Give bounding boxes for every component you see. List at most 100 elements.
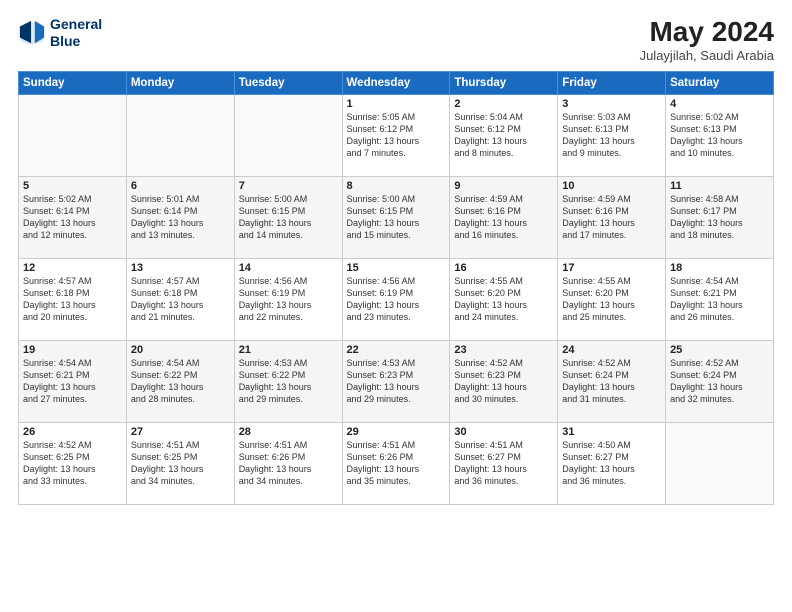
cell-info: Sunrise: 4:55 AM Sunset: 6:20 PM Dayligh… xyxy=(454,275,553,324)
weekday-header: Friday xyxy=(558,72,666,95)
day-number: 29 xyxy=(347,426,446,438)
calendar-cell: 19Sunrise: 4:54 AM Sunset: 6:21 PM Dayli… xyxy=(19,341,127,423)
day-number: 10 xyxy=(562,180,661,192)
day-number: 9 xyxy=(454,180,553,192)
calendar-cell: 26Sunrise: 4:52 AM Sunset: 6:25 PM Dayli… xyxy=(19,423,127,505)
calendar-week-row: 19Sunrise: 4:54 AM Sunset: 6:21 PM Dayli… xyxy=(19,341,774,423)
calendar-cell: 17Sunrise: 4:55 AM Sunset: 6:20 PM Dayli… xyxy=(558,259,666,341)
cell-info: Sunrise: 4:52 AM Sunset: 6:24 PM Dayligh… xyxy=(562,357,661,406)
day-number: 19 xyxy=(23,344,122,356)
cell-info: Sunrise: 4:51 AM Sunset: 6:26 PM Dayligh… xyxy=(347,439,446,488)
calendar-cell: 28Sunrise: 4:51 AM Sunset: 6:26 PM Dayli… xyxy=(234,423,342,505)
calendar-cell: 3Sunrise: 5:03 AM Sunset: 6:13 PM Daylig… xyxy=(558,95,666,177)
calendar-cell: 2Sunrise: 5:04 AM Sunset: 6:12 PM Daylig… xyxy=(450,95,558,177)
calendar-header-row: SundayMondayTuesdayWednesdayThursdayFrid… xyxy=(19,72,774,95)
calendar-cell: 25Sunrise: 4:52 AM Sunset: 6:24 PM Dayli… xyxy=(666,341,774,423)
cell-info: Sunrise: 4:54 AM Sunset: 6:21 PM Dayligh… xyxy=(670,275,769,324)
calendar-cell: 13Sunrise: 4:57 AM Sunset: 6:18 PM Dayli… xyxy=(126,259,234,341)
calendar-cell: 31Sunrise: 4:50 AM Sunset: 6:27 PM Dayli… xyxy=(558,423,666,505)
calendar-cell xyxy=(666,423,774,505)
day-number: 22 xyxy=(347,344,446,356)
calendar-week-row: 12Sunrise: 4:57 AM Sunset: 6:18 PM Dayli… xyxy=(19,259,774,341)
weekday-header: Thursday xyxy=(450,72,558,95)
cell-info: Sunrise: 4:51 AM Sunset: 6:27 PM Dayligh… xyxy=(454,439,553,488)
calendar-cell: 24Sunrise: 4:52 AM Sunset: 6:24 PM Dayli… xyxy=(558,341,666,423)
cell-info: Sunrise: 5:03 AM Sunset: 6:13 PM Dayligh… xyxy=(562,111,661,160)
calendar-cell: 29Sunrise: 4:51 AM Sunset: 6:26 PM Dayli… xyxy=(342,423,450,505)
cell-info: Sunrise: 5:02 AM Sunset: 6:13 PM Dayligh… xyxy=(670,111,769,160)
cell-info: Sunrise: 5:01 AM Sunset: 6:14 PM Dayligh… xyxy=(131,193,230,242)
logo-text: General Blue xyxy=(50,16,102,50)
cell-info: Sunrise: 4:58 AM Sunset: 6:17 PM Dayligh… xyxy=(670,193,769,242)
calendar-cell: 18Sunrise: 4:54 AM Sunset: 6:21 PM Dayli… xyxy=(666,259,774,341)
cell-info: Sunrise: 4:57 AM Sunset: 6:18 PM Dayligh… xyxy=(131,275,230,324)
day-number: 3 xyxy=(562,98,661,110)
calendar-cell: 14Sunrise: 4:56 AM Sunset: 6:19 PM Dayli… xyxy=(234,259,342,341)
calendar-cell: 30Sunrise: 4:51 AM Sunset: 6:27 PM Dayli… xyxy=(450,423,558,505)
weekday-header: Saturday xyxy=(666,72,774,95)
calendar-body: 1Sunrise: 5:05 AM Sunset: 6:12 PM Daylig… xyxy=(19,95,774,505)
cell-info: Sunrise: 5:00 AM Sunset: 6:15 PM Dayligh… xyxy=(239,193,338,242)
day-number: 31 xyxy=(562,426,661,438)
weekday-header: Monday xyxy=(126,72,234,95)
day-number: 17 xyxy=(562,262,661,274)
weekday-header: Sunday xyxy=(19,72,127,95)
day-number: 13 xyxy=(131,262,230,274)
day-number: 28 xyxy=(239,426,338,438)
day-number: 21 xyxy=(239,344,338,356)
calendar-cell: 9Sunrise: 4:59 AM Sunset: 6:16 PM Daylig… xyxy=(450,177,558,259)
cell-info: Sunrise: 5:05 AM Sunset: 6:12 PM Dayligh… xyxy=(347,111,446,160)
day-number: 11 xyxy=(670,180,769,192)
title-month: May 2024 xyxy=(640,16,774,48)
day-number: 25 xyxy=(670,344,769,356)
calendar-cell: 23Sunrise: 4:52 AM Sunset: 6:23 PM Dayli… xyxy=(450,341,558,423)
calendar-cell: 27Sunrise: 4:51 AM Sunset: 6:25 PM Dayli… xyxy=(126,423,234,505)
cell-info: Sunrise: 4:54 AM Sunset: 6:21 PM Dayligh… xyxy=(23,357,122,406)
calendar-cell: 10Sunrise: 4:59 AM Sunset: 6:16 PM Dayli… xyxy=(558,177,666,259)
cell-info: Sunrise: 4:53 AM Sunset: 6:23 PM Dayligh… xyxy=(347,357,446,406)
weekday-header: Wednesday xyxy=(342,72,450,95)
calendar-cell xyxy=(234,95,342,177)
day-number: 18 xyxy=(670,262,769,274)
logo: General Blue xyxy=(18,16,102,50)
weekday-header: Tuesday xyxy=(234,72,342,95)
day-number: 8 xyxy=(347,180,446,192)
title-location: Julayjilah, Saudi Arabia xyxy=(640,48,774,63)
calendar-cell: 1Sunrise: 5:05 AM Sunset: 6:12 PM Daylig… xyxy=(342,95,450,177)
cell-info: Sunrise: 4:53 AM Sunset: 6:22 PM Dayligh… xyxy=(239,357,338,406)
day-number: 4 xyxy=(670,98,769,110)
cell-info: Sunrise: 4:59 AM Sunset: 6:16 PM Dayligh… xyxy=(562,193,661,242)
calendar-cell: 11Sunrise: 4:58 AM Sunset: 6:17 PM Dayli… xyxy=(666,177,774,259)
calendar-week-row: 1Sunrise: 5:05 AM Sunset: 6:12 PM Daylig… xyxy=(19,95,774,177)
calendar-week-row: 26Sunrise: 4:52 AM Sunset: 6:25 PM Dayli… xyxy=(19,423,774,505)
cell-info: Sunrise: 5:04 AM Sunset: 6:12 PM Dayligh… xyxy=(454,111,553,160)
calendar-cell xyxy=(126,95,234,177)
calendar-cell: 22Sunrise: 4:53 AM Sunset: 6:23 PM Dayli… xyxy=(342,341,450,423)
calendar-cell: 8Sunrise: 5:00 AM Sunset: 6:15 PM Daylig… xyxy=(342,177,450,259)
day-number: 2 xyxy=(454,98,553,110)
calendar-cell: 7Sunrise: 5:00 AM Sunset: 6:15 PM Daylig… xyxy=(234,177,342,259)
day-number: 12 xyxy=(23,262,122,274)
day-number: 14 xyxy=(239,262,338,274)
cell-info: Sunrise: 5:00 AM Sunset: 6:15 PM Dayligh… xyxy=(347,193,446,242)
calendar-cell: 5Sunrise: 5:02 AM Sunset: 6:14 PM Daylig… xyxy=(19,177,127,259)
calendar-cell: 20Sunrise: 4:54 AM Sunset: 6:22 PM Dayli… xyxy=(126,341,234,423)
day-number: 30 xyxy=(454,426,553,438)
calendar-cell: 6Sunrise: 5:01 AM Sunset: 6:14 PM Daylig… xyxy=(126,177,234,259)
cell-info: Sunrise: 4:59 AM Sunset: 6:16 PM Dayligh… xyxy=(454,193,553,242)
cell-info: Sunrise: 4:51 AM Sunset: 6:25 PM Dayligh… xyxy=(131,439,230,488)
cell-info: Sunrise: 4:51 AM Sunset: 6:26 PM Dayligh… xyxy=(239,439,338,488)
cell-info: Sunrise: 4:55 AM Sunset: 6:20 PM Dayligh… xyxy=(562,275,661,324)
cell-info: Sunrise: 4:52 AM Sunset: 6:23 PM Dayligh… xyxy=(454,357,553,406)
calendar-cell: 12Sunrise: 4:57 AM Sunset: 6:18 PM Dayli… xyxy=(19,259,127,341)
title-block: May 2024 Julayjilah, Saudi Arabia xyxy=(640,16,774,63)
day-number: 24 xyxy=(562,344,661,356)
calendar-cell: 4Sunrise: 5:02 AM Sunset: 6:13 PM Daylig… xyxy=(666,95,774,177)
cell-info: Sunrise: 4:57 AM Sunset: 6:18 PM Dayligh… xyxy=(23,275,122,324)
cell-info: Sunrise: 4:52 AM Sunset: 6:24 PM Dayligh… xyxy=(670,357,769,406)
calendar-cell: 21Sunrise: 4:53 AM Sunset: 6:22 PM Dayli… xyxy=(234,341,342,423)
day-number: 27 xyxy=(131,426,230,438)
day-number: 7 xyxy=(239,180,338,192)
calendar-cell: 15Sunrise: 4:56 AM Sunset: 6:19 PM Dayli… xyxy=(342,259,450,341)
day-number: 15 xyxy=(347,262,446,274)
